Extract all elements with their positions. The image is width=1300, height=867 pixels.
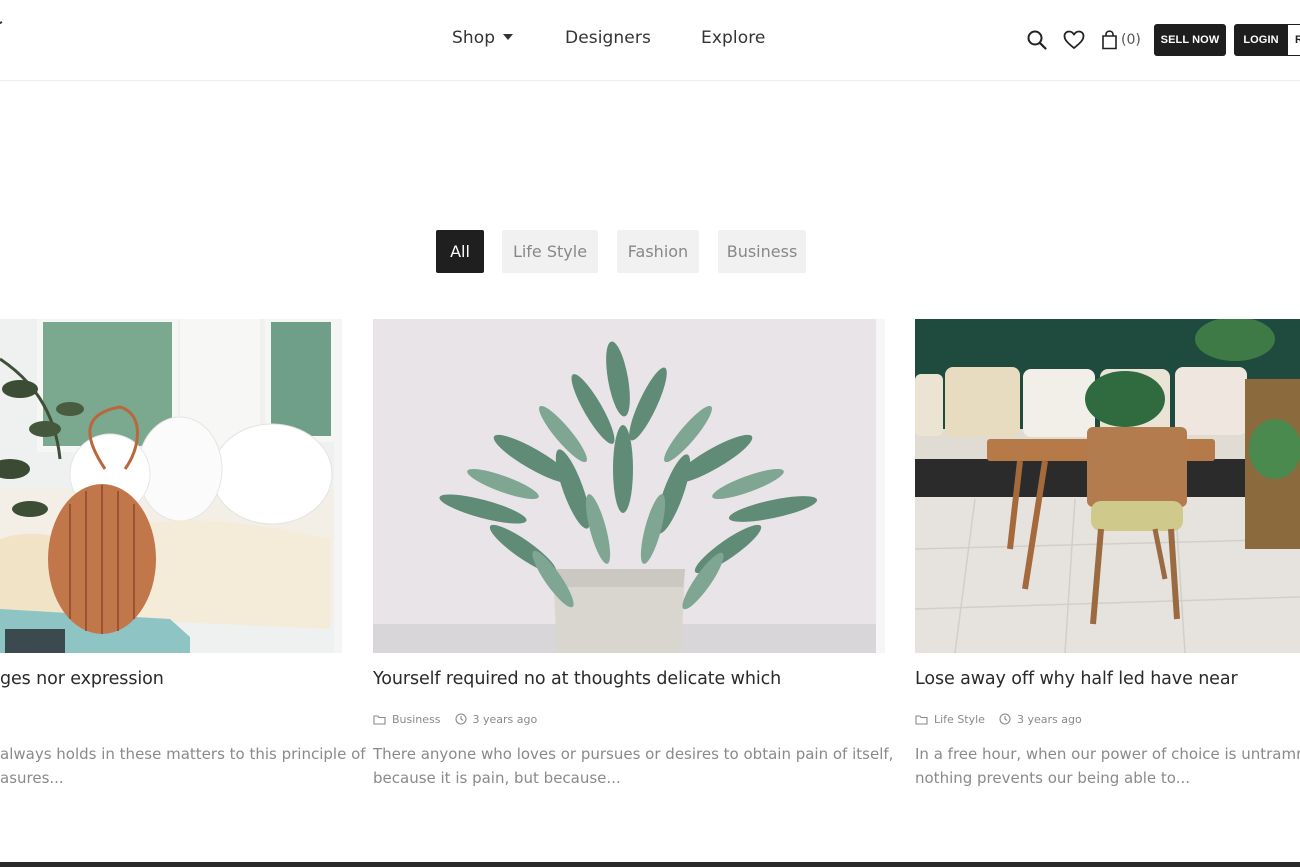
- post-image-1[interactable]: [0, 319, 342, 653]
- post-title-3[interactable]: Lose away off why half led have near: [915, 669, 1238, 689]
- post-meta-3: Life Style 3 years ago: [915, 711, 1082, 727]
- logo[interactable]: [0, 18, 6, 62]
- filter-life-style[interactable]: Life Style: [502, 230, 598, 273]
- post-excerpt-3: In a free hour, when our power of choice…: [915, 742, 1300, 790]
- nav-explore[interactable]: Explore: [701, 28, 766, 54]
- post-image-3-photo: [915, 319, 1300, 653]
- post-image-3[interactable]: [915, 319, 1300, 653]
- filter-fashion[interactable]: Fashion: [617, 230, 699, 273]
- folder-icon: [373, 714, 386, 725]
- post-excerpt-1: always holds in these matters to this pr…: [0, 742, 366, 790]
- post-title-1[interactable]: ges nor expression: [0, 669, 164, 689]
- search-icon: [1027, 30, 1047, 50]
- post-excerpt-2-line-2: because it is pain, but because...: [373, 769, 621, 787]
- nav-shop[interactable]: Shop: [452, 28, 514, 54]
- post-time-2: 3 years ago: [472, 712, 538, 726]
- site-header: Shop Designers Explore (0) SELL NOW LOGI…: [0, 0, 1300, 81]
- register-label: R: [1295, 34, 1300, 46]
- post-image-2-photo: [373, 319, 885, 653]
- folder-icon: [915, 714, 928, 725]
- login-button[interactable]: LOGIN: [1234, 24, 1288, 56]
- filter-fashion-label: Fashion: [627, 242, 689, 261]
- filter-all-label: All: [450, 242, 470, 261]
- nav-explore-label: Explore: [701, 28, 766, 48]
- search-button[interactable]: [1025, 27, 1049, 53]
- filter-life-style-label: Life Style: [512, 242, 588, 261]
- cart-count: (0): [1121, 32, 1141, 48]
- login-label: LOGIN: [1243, 34, 1279, 46]
- sell-now-button[interactable]: SELL NOW: [1154, 24, 1226, 56]
- post-category-2[interactable]: Business: [392, 713, 441, 726]
- cart-button[interactable]: (0): [1101, 29, 1141, 51]
- sell-now-label: SELL NOW: [1160, 34, 1220, 46]
- post-time-3: 3 years ago: [1016, 712, 1082, 726]
- post-excerpt-2-line-1: There anyone who loves or pursues or des…: [373, 745, 894, 763]
- post-meta-2: Business 3 years ago: [373, 711, 537, 727]
- post-excerpt-1-line-1: always holds in these matters to this pr…: [0, 745, 366, 763]
- post-image-1-photo: [0, 319, 342, 653]
- nav-designers-label: Designers: [565, 28, 651, 48]
- post-title-2[interactable]: Yourself required no at thoughts delicat…: [373, 669, 781, 689]
- post-excerpt-3-line-2: nothing prevents our being able to...: [915, 769, 1191, 787]
- wishlist-button[interactable]: [1062, 27, 1086, 53]
- heart-icon: [1063, 30, 1085, 49]
- clock-icon: [454, 713, 467, 725]
- post-category-3[interactable]: Life Style: [934, 713, 985, 726]
- clock-icon: [999, 713, 1011, 725]
- filter-business[interactable]: Business: [718, 230, 806, 273]
- post-image-2[interactable]: [373, 319, 885, 653]
- post-excerpt-1-line-2: asures...: [0, 769, 64, 787]
- nav-designers[interactable]: Designers: [565, 28, 651, 54]
- filter-business-label: Business: [726, 242, 798, 261]
- nav-shop-label: Shop: [452, 28, 496, 48]
- post-excerpt-2: There anyone who loves or pursues or des…: [373, 742, 893, 790]
- footer-edge: [0, 862, 1300, 867]
- bag-icon: [1102, 30, 1117, 50]
- filter-all[interactable]: All: [436, 230, 484, 273]
- chevron-down-icon: [503, 34, 514, 40]
- register-button[interactable]: R: [1287, 24, 1300, 56]
- post-excerpt-3-line-1: In a free hour, when our power of choice…: [915, 745, 1300, 763]
